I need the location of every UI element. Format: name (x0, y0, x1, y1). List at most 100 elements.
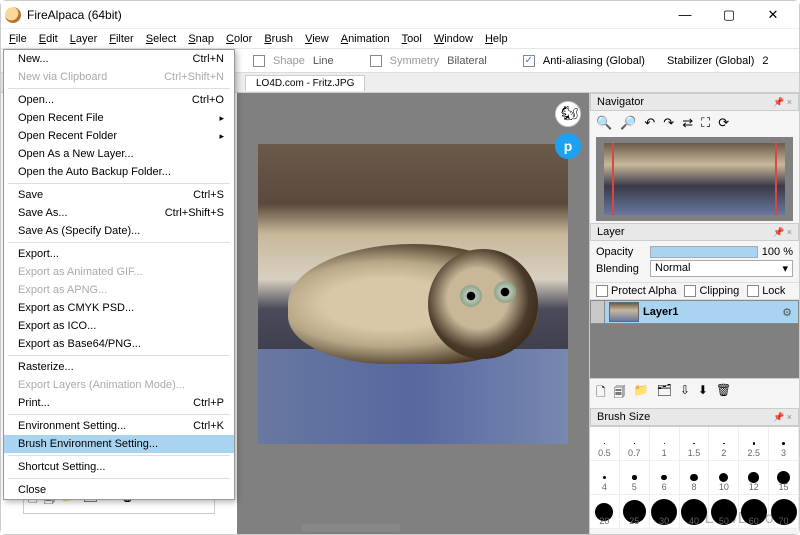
shape-checkbox[interactable] (253, 55, 265, 67)
brush-size-cell[interactable]: 8 (680, 461, 710, 495)
file-menu-item[interactable]: Open Recent File (4, 109, 234, 127)
new-layer-icon[interactable]: 🗋 (596, 383, 606, 404)
menu-snap[interactable]: Snap (182, 31, 220, 47)
zoom-in-icon[interactable]: 🔍 (596, 115, 612, 131)
symmetry-value[interactable]: Bilateral (447, 55, 487, 67)
file-menu-item[interactable]: Open the Auto Backup Folder... (4, 163, 234, 181)
brush-size-cell[interactable]: 15 (769, 461, 799, 495)
brush-size-cell[interactable]: 5 (620, 461, 650, 495)
rotate-cw-icon[interactable]: ↷ (663, 115, 674, 131)
layer-thumbnail (609, 302, 639, 322)
brush-size-cell[interactable]: 20 (590, 495, 620, 529)
file-menu-item[interactable]: Export... (4, 245, 234, 263)
fit-icon[interactable]: ⛶ (701, 115, 710, 131)
file-menu-item[interactable]: Open...Ctrl+O (4, 91, 234, 109)
file-menu-item[interactable]: Open As a New Layer... (4, 145, 234, 163)
menu-help[interactable]: Help (479, 31, 514, 47)
layer-item[interactable]: Layer1 ⚙ (590, 300, 799, 324)
file-menu-item[interactable]: Open Recent Folder (4, 127, 234, 145)
menu-view[interactable]: View (299, 31, 335, 47)
opacity-slider[interactable] (650, 246, 758, 258)
maximize-button[interactable]: ▢ (707, 1, 751, 29)
brush-size-cell[interactable]: 10 (709, 461, 739, 495)
navigator-title: Navigator (597, 96, 644, 108)
menu-brush[interactable]: Brush (258, 31, 299, 47)
symmetry-checkbox[interactable] (370, 55, 382, 67)
menu-tool[interactable]: Tool (396, 31, 428, 47)
close-button[interactable]: ✕ (751, 1, 795, 29)
file-menu-item[interactable]: Export as ICO... (4, 317, 234, 335)
flip-h-icon[interactable]: ⇄ (682, 115, 693, 131)
menu-edit[interactable]: Edit (33, 31, 64, 47)
navigator-header[interactable]: Navigator 📌 × (590, 93, 799, 111)
file-menu-item[interactable]: Brush Environment Setting... (4, 435, 234, 453)
brush-size-header[interactable]: Brush Size 📌 × (590, 408, 799, 426)
antialiasing-checkbox[interactable] (523, 55, 535, 67)
brush-size-cell[interactable]: 2.5 (739, 427, 769, 461)
shape-value[interactable]: Line (313, 55, 334, 67)
menu-color[interactable]: Color (220, 31, 258, 47)
brush-size-cell[interactable]: 0.5 (590, 427, 620, 461)
gear-icon[interactable]: ⚙ (776, 306, 798, 319)
brush-size-cell[interactable]: 1.5 (680, 427, 710, 461)
file-menu-item[interactable]: Save As (Specify Date)... (4, 222, 234, 240)
file-menu-item[interactable]: Print...Ctrl+P (4, 394, 234, 412)
layer-import-icon[interactable]: ⬇ (698, 383, 708, 404)
rotate-ccw-icon[interactable]: ↶ (644, 115, 655, 131)
shape-label: Shape (273, 55, 305, 67)
layer-name: Layer1 (643, 306, 776, 318)
canvas-image[interactable] (258, 144, 568, 444)
menu-animation[interactable]: Animation (335, 31, 396, 47)
clipping-checkbox[interactable]: Clipping (684, 285, 739, 297)
menu-filter[interactable]: Filter (103, 31, 139, 47)
layer-group-icon[interactable]: 🗂 (657, 383, 672, 404)
brush-size-cell[interactable]: 3 (769, 427, 799, 461)
file-menu-item[interactable]: Shortcut Setting... (4, 458, 234, 476)
chevron-down-icon: ▾ (782, 262, 788, 275)
pin-icon[interactable]: 📌 × (773, 97, 792, 108)
lock-checkbox[interactable]: Lock (747, 285, 785, 297)
file-menu-item[interactable]: Export as CMYK PSD... (4, 299, 234, 317)
duplicate-layer-icon[interactable]: 🗐 (614, 383, 626, 404)
titlebar: FireAlpaca (64bit) — ▢ ✕ (1, 1, 799, 29)
menu-file[interactable]: File (3, 31, 33, 47)
right-column: Navigator 📌 × 🔍 🔎 ↶ ↷ ⇄ ⛶ ⟳ Layer 📌 × (589, 93, 799, 534)
menu-select[interactable]: Select (140, 31, 183, 47)
brush-size-cell[interactable]: 30 (650, 495, 680, 529)
blending-select[interactable]: Normal ▾ (650, 260, 793, 277)
brush-size-cell[interactable]: 4 (590, 461, 620, 495)
menu-window[interactable]: Window (428, 31, 479, 47)
brush-size-cell[interactable]: 12 (739, 461, 769, 495)
firealpaca-badge-icon[interactable] (555, 101, 581, 127)
file-menu-item[interactable]: Export as Base64/PNG... (4, 335, 234, 353)
file-menu-item[interactable]: Save As...Ctrl+Shift+S (4, 204, 234, 222)
file-menu-item[interactable]: Close (4, 481, 234, 499)
pixiv-badge-icon[interactable]: p (555, 133, 581, 159)
brush-size-cell[interactable]: 25 (620, 495, 650, 529)
layer-header[interactable]: Layer 📌 × (590, 223, 799, 241)
navigator-thumbnail[interactable] (596, 137, 793, 221)
file-menu-item[interactable]: New...Ctrl+N (4, 50, 234, 68)
reset-icon[interactable]: ⟳ (718, 115, 729, 131)
layer-folder-icon[interactable]: 📁 (634, 383, 649, 404)
file-menu-item[interactable]: Rasterize... (4, 358, 234, 376)
file-menu-item[interactable]: Environment Setting...Ctrl+K (4, 417, 234, 435)
protect-alpha-checkbox[interactable]: Protect Alpha (596, 285, 676, 297)
pin-icon[interactable]: 📌 × (773, 227, 792, 238)
brush-size-cell[interactable]: 0.7 (620, 427, 650, 461)
pin-icon[interactable]: 📌 × (773, 412, 792, 423)
brush-size-cell[interactable]: 1 (650, 427, 680, 461)
brush-size-cell[interactable]: 6 (650, 461, 680, 495)
zoom-out-icon[interactable]: 🔎 (620, 115, 636, 131)
layer-title: Layer (597, 226, 625, 238)
file-menu-item[interactable]: SaveCtrl+S (4, 186, 234, 204)
brush-size-cell[interactable]: 2 (709, 427, 739, 461)
delete-layer-icon[interactable]: 🗑 (716, 383, 731, 404)
merge-down-icon[interactable]: ⇩ (680, 383, 690, 404)
horizontal-scrollbar[interactable] (301, 524, 401, 532)
canvas-area[interactable]: p (237, 93, 589, 534)
stabilizer-value[interactable]: 2 (762, 55, 768, 67)
minimize-button[interactable]: — (663, 1, 707, 29)
menu-layer[interactable]: Layer (64, 31, 104, 47)
document-tab[interactable]: LO4D.com - Fritz.JPG (245, 75, 365, 91)
